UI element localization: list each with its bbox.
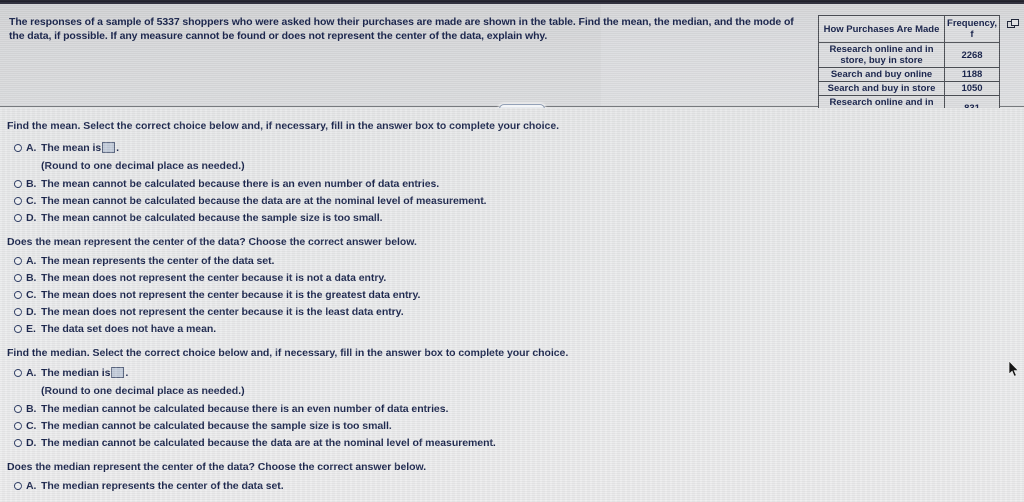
cell-category: Research online and in store, buy in sto… [817,42,946,68]
radio-button[interactable] [14,214,22,222]
choice-text: The mean cannot be calculated because th… [41,212,383,224]
frequency-table-container: How Purchases Are Made Frequency, f Rese… [817,15,1008,121]
choice-letter: B. [26,403,37,415]
question-prompt-median-center: Does the median represent the center of … [7,461,427,473]
choice-find-median-b[interactable]: B. The median cannot be calculated becau… [14,403,448,415]
radio-button[interactable] [14,197,22,205]
choice-find-mean-d[interactable]: D. The mean cannot be calculated because… [14,212,383,224]
radio-button[interactable] [14,369,22,377]
radio-button[interactable] [14,325,22,333]
choice-find-mean-c[interactable]: C. The mean cannot be calculated because… [14,195,487,207]
choice-find-mean-b[interactable]: B. The mean cannot be calculated because… [14,178,439,190]
choice-text: The mean is [41,142,102,154]
radio-button[interactable] [14,257,22,265]
choice-letter: C. [26,195,37,207]
choice-mean-center-e[interactable]: E. The data set does not have a mean. [14,323,216,335]
rounding-note-mean: (Round to one decimal place as needed.) [41,160,245,172]
radio-button[interactable] [14,422,22,430]
cell-frequency: 1050 [944,81,1000,96]
radio-button[interactable] [14,291,22,299]
choice-text-suffix: . [116,142,120,154]
radio-button[interactable] [14,274,22,282]
question-prompt-find-median: Find the median. Select the correct choi… [7,347,569,359]
radio-button[interactable] [14,482,22,490]
radio-button[interactable] [14,180,22,188]
radio-button[interactable] [14,308,22,316]
cell-category: Search and buy online [817,67,946,82]
question-prompt-find-mean: Find the mean. Select the correct choice… [7,120,559,132]
choice-mean-center-d[interactable]: D. The mean does not represent the cente… [14,306,404,318]
table-row: Research online and in store, buy in sto… [817,42,1000,68]
choice-text: The mean represents the center of the da… [41,255,275,267]
question-prompt-mean-center: Does the mean represent the center of th… [7,236,417,248]
choice-letter: B. [26,178,37,190]
choice-text: The mean cannot be calculated because th… [41,195,487,207]
choice-letter: A. [26,367,37,379]
choice-mean-center-c[interactable]: C. The mean does not represent the cente… [14,289,420,301]
choice-text: The mean does not represent the center b… [41,272,387,284]
table-row: Search and buy online 1188 [817,67,1000,82]
choice-letter: A. [26,142,37,154]
choice-find-mean-a[interactable]: A. The mean is . [14,142,119,154]
choice-median-center-a[interactable]: A. The median represents the center of t… [14,480,284,492]
choice-text: The mean cannot be calculated because th… [41,178,440,190]
cell-category: Search and buy in store [817,81,946,96]
table-header-row: How Purchases Are Made Frequency, f [817,15,1000,43]
radio-button[interactable] [14,405,22,413]
choice-letter: D. [26,212,37,224]
answer-area: Find the mean. Select the correct choice… [0,108,1024,502]
radio-button[interactable] [14,144,22,152]
rounding-note-median: (Round to one decimal place as needed.) [41,385,245,397]
answer-input-mean[interactable] [102,142,116,153]
choice-mean-center-a[interactable]: A. The mean represents the center of the… [14,255,274,267]
column-header-frequency: Frequency, f [944,15,1000,43]
choice-text: The mean does not represent the center b… [41,289,421,301]
choice-mean-center-b[interactable]: B. The mean does not represent the cente… [14,272,386,284]
choice-find-median-a[interactable]: A. The median is . [14,367,128,379]
radio-button[interactable] [14,439,22,447]
choice-text: The median is [41,367,111,379]
choice-text: The median represents the center of the … [41,480,284,492]
copy-to-clipboard-icon[interactable] [1007,17,1020,29]
choice-letter: C. [26,420,37,432]
choice-text-suffix: . [125,367,129,379]
choice-text: The mean does not represent the center b… [41,306,404,318]
column-header-category: How Purchases Are Made [817,15,946,43]
choice-letter: D. [26,306,37,318]
cell-frequency: 2268 [944,42,1000,68]
answer-input-median[interactable] [111,367,125,378]
frequency-table: How Purchases Are Made Frequency, f Rese… [817,15,1000,121]
choice-text: The data set does not have a mean. [41,323,217,335]
choice-letter: A. [26,480,37,492]
choice-letter: B. [26,272,37,284]
problem-statement-text: The responses of a sample of 5337 shoppe… [9,16,794,42]
cell-frequency: 1188 [944,67,1000,82]
choice-find-median-d[interactable]: D. The median cannot be calculated becau… [14,437,496,449]
table-row: Search and buy in store 1050 [817,81,1000,96]
choice-text: The median cannot be calculated because … [41,437,496,449]
choice-letter: D. [26,437,37,449]
choice-text: The median cannot be calculated because … [41,420,392,432]
choice-letter: C. [26,289,37,301]
choice-text: The median cannot be calculated because … [41,403,449,415]
choice-letter: E. [26,323,36,335]
choice-letter: A. [26,255,37,267]
problem-statement-panel: The responses of a sample of 5337 shoppe… [0,4,1024,121]
choice-find-median-c[interactable]: C. The median cannot be calculated becau… [14,420,392,432]
